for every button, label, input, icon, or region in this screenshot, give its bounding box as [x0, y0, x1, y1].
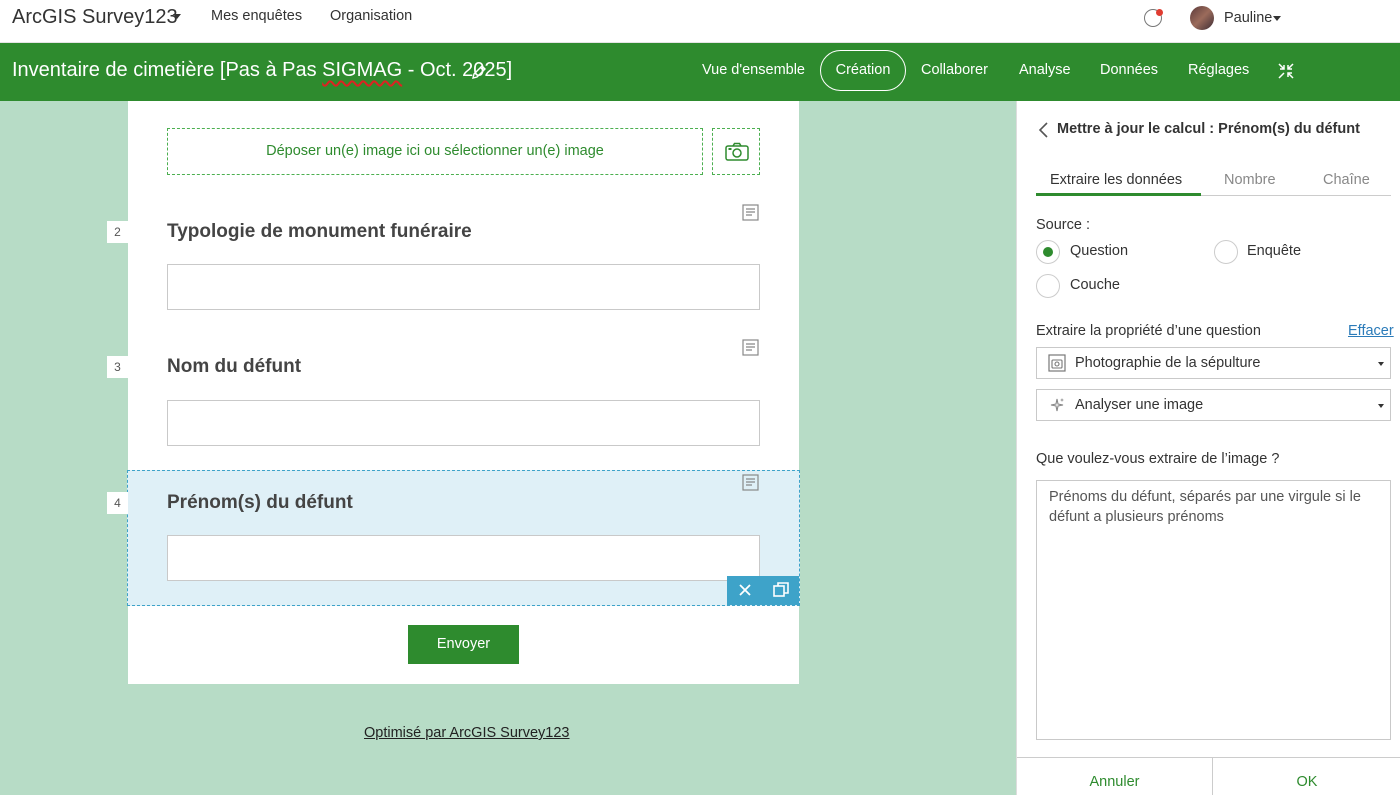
image-drop-zone[interactable]: Déposer un(e) image ici ou sélectionner …	[167, 128, 703, 175]
question-select[interactable]: Photographie de la sépulture	[1036, 347, 1391, 379]
avatar[interactable]	[1190, 6, 1214, 30]
question-number: 4	[107, 492, 128, 514]
tab-extract-data[interactable]: Extraire les données	[1050, 172, 1182, 188]
calculation-icon[interactable]	[742, 204, 759, 221]
question-input-typology[interactable]	[167, 264, 760, 310]
camera-button[interactable]	[712, 128, 760, 175]
powered-by-link[interactable]: Optimisé par ArcGIS Survey123	[364, 725, 570, 741]
question-input-lastname[interactable]	[167, 400, 760, 446]
calculation-icon[interactable]	[742, 339, 759, 356]
extract-property-label: Extraire la propriété d’une question	[1036, 323, 1261, 339]
radio-layer[interactable]	[1036, 274, 1060, 298]
action-select[interactable]: Analyser une image	[1036, 389, 1391, 421]
duplicate-icon[interactable]	[763, 576, 799, 605]
prompt-label: Que voulez-vous extraire de l’image ?	[1036, 451, 1280, 467]
source-label: Source :	[1036, 217, 1090, 233]
action-select-value: Analyser une image	[1075, 397, 1204, 413]
pencil-icon[interactable]	[470, 63, 488, 81]
image-question-icon	[1048, 354, 1066, 372]
radio-label-layer[interactable]: Couche	[1070, 277, 1120, 293]
radio-survey[interactable]	[1214, 240, 1238, 264]
question-number: 2	[107, 221, 128, 243]
active-tab-indicator	[1036, 193, 1201, 196]
tab-data[interactable]: Données	[1100, 62, 1158, 78]
question-number: 3	[107, 356, 128, 378]
nav-organisation[interactable]: Organisation	[330, 8, 412, 24]
camera-icon	[725, 142, 749, 161]
prompt-textarea[interactable]: Prénoms du défunt, séparés par une virgu…	[1036, 480, 1391, 740]
delete-icon[interactable]	[727, 576, 763, 605]
radio-label-survey[interactable]: Enquête	[1247, 243, 1301, 259]
survey-title: Inventaire de cimetière [Pas à Pas SIGMA…	[12, 59, 513, 81]
question-title[interactable]: Nom du défunt	[167, 356, 301, 378]
user-name[interactable]: Pauline	[1224, 10, 1272, 26]
question-title[interactable]: Prénom(s) du défunt	[167, 492, 353, 514]
chevron-down-icon	[1378, 362, 1384, 366]
app-switcher-caret-icon[interactable]	[173, 14, 181, 19]
collapse-icon[interactable]	[1276, 61, 1296, 81]
calculation-icon[interactable]	[742, 474, 759, 491]
calculation-panel: Mettre à jour le calcul : Prénom(s) du d…	[1016, 101, 1400, 795]
question-input-firstname[interactable]	[167, 535, 760, 581]
submit-button[interactable]: Envoyer	[408, 625, 519, 664]
tab-overview[interactable]: Vue d'ensemble	[702, 62, 805, 78]
tab-number[interactable]: Nombre	[1224, 172, 1276, 188]
survey-header: Inventaire de cimetière [Pas à Pas SIGMA…	[0, 43, 1400, 101]
app-header: ArcGIS Survey123 Mes enquêtes Organisati…	[0, 0, 1400, 43]
ok-button[interactable]: OK	[1213, 757, 1400, 795]
chevron-down-icon	[1378, 404, 1384, 408]
tab-analysis[interactable]: Analyse	[1019, 62, 1071, 78]
cancel-button[interactable]: Annuler	[1017, 757, 1213, 795]
tab-collaborate[interactable]: Collaborer	[921, 62, 988, 78]
tab-string[interactable]: Chaîne	[1323, 172, 1370, 188]
app-title[interactable]: ArcGIS Survey123	[12, 6, 178, 29]
back-icon[interactable]	[1037, 121, 1049, 139]
tab-creation[interactable]: Création	[820, 50, 906, 91]
form-canvas: Déposer un(e) image ici ou sélectionner …	[0, 101, 1016, 795]
tab-settings[interactable]: Réglages	[1188, 62, 1249, 78]
notification-dot	[1156, 9, 1163, 16]
user-menu-caret-icon[interactable]	[1273, 16, 1281, 21]
radio-label-question[interactable]: Question	[1070, 243, 1128, 259]
clear-link[interactable]: Effacer	[1348, 323, 1394, 339]
question-title[interactable]: Typologie de monument funéraire	[167, 221, 472, 243]
nav-my-surveys[interactable]: Mes enquêtes	[211, 8, 302, 24]
sparkle-icon	[1050, 398, 1064, 412]
question-select-value: Photographie de la sépulture	[1075, 355, 1261, 371]
radio-question[interactable]	[1036, 240, 1060, 264]
panel-title: Mettre à jour le calcul : Prénom(s) du d…	[1057, 121, 1360, 137]
question-toolbar	[727, 576, 799, 605]
